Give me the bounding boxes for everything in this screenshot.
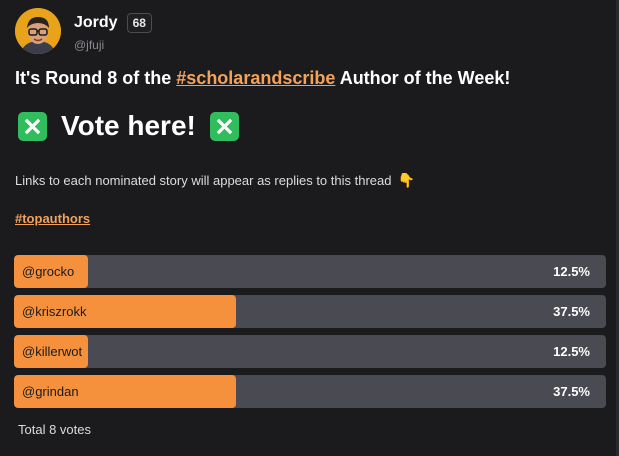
name-row: Jordy 68 (74, 13, 152, 33)
poll-option-percent: 12.5% (553, 344, 590, 359)
user-info: Jordy 68 @jfuji (74, 8, 152, 54)
poll-option-label: @killerwot (22, 344, 83, 359)
cross-mark-button-icon (18, 111, 47, 141)
poll-option-percent: 37.5% (553, 384, 590, 399)
poll-total-votes: Total 8 votes (18, 422, 91, 437)
vote-here-row: Vote here! (18, 110, 239, 142)
headline-suffix: Author of the Week! (335, 68, 511, 88)
poll-option-label: @grindan (22, 384, 79, 399)
poll-option[interactable]: @grindan 37.5% (14, 375, 606, 408)
post-header: Jordy 68 @jfuji (15, 8, 152, 54)
headline-prefix: It's Round 8 of the (15, 68, 177, 88)
post-card: Jordy 68 @jfuji It's Round 8 of the #sch… (0, 0, 619, 456)
author-handle[interactable]: @jfuji (74, 38, 152, 52)
vote-here-text: Vote here! (61, 110, 196, 141)
backhand-index-pointing-down-icon: 👇 (397, 172, 415, 188)
poll-option-label: @kriszrokk (22, 304, 87, 319)
post-body: Links to each nominated story will appea… (15, 172, 415, 189)
avatar[interactable] (15, 8, 61, 54)
poll-option-percent: 12.5% (553, 264, 590, 279)
poll-option[interactable]: @killerwot 12.5% (14, 335, 606, 368)
poll-option-label: @grocko (22, 264, 75, 279)
poll-option-percent: 37.5% (553, 304, 590, 319)
poll: @grocko 12.5% @kriszrokk 37.5% @killerwot 12.… (14, 255, 606, 415)
level-badge: 68 (126, 13, 152, 33)
cross-mark-button-icon (209, 111, 239, 141)
post-body-text: Links to each nominated story will appea… (15, 173, 392, 188)
hashtag-link-topauthors[interactable]: #topauthors (15, 211, 90, 226)
poll-option[interactable]: @kriszrokk 37.5% (14, 295, 606, 328)
avatar-portrait-icon (15, 8, 61, 54)
author-name[interactable]: Jordy (74, 14, 118, 32)
poll-option[interactable]: @grocko 12.5% (14, 255, 606, 288)
hashtag-link-scholarandscribe[interactable]: #scholarandscribe (176, 68, 335, 88)
post-headline: It's Round 8 of the #scholarandscribe Au… (15, 68, 510, 89)
